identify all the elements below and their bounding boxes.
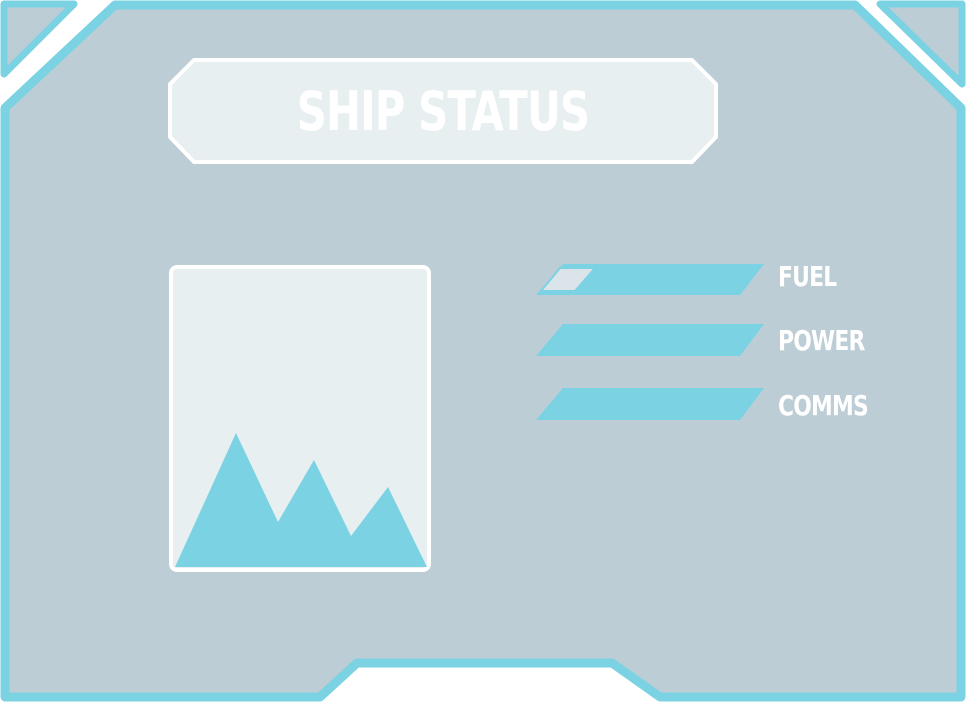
stat-label-fuel: FUEL (778, 260, 837, 293)
stat-label-comms: COMMS (778, 389, 869, 422)
stat-bar-fuel (536, 264, 764, 295)
page-title: SHIP STATUS (296, 79, 590, 143)
stat-bar-comms (536, 388, 764, 420)
stat-bar-power (536, 324, 764, 356)
stat-label-power: POWER (778, 324, 865, 357)
